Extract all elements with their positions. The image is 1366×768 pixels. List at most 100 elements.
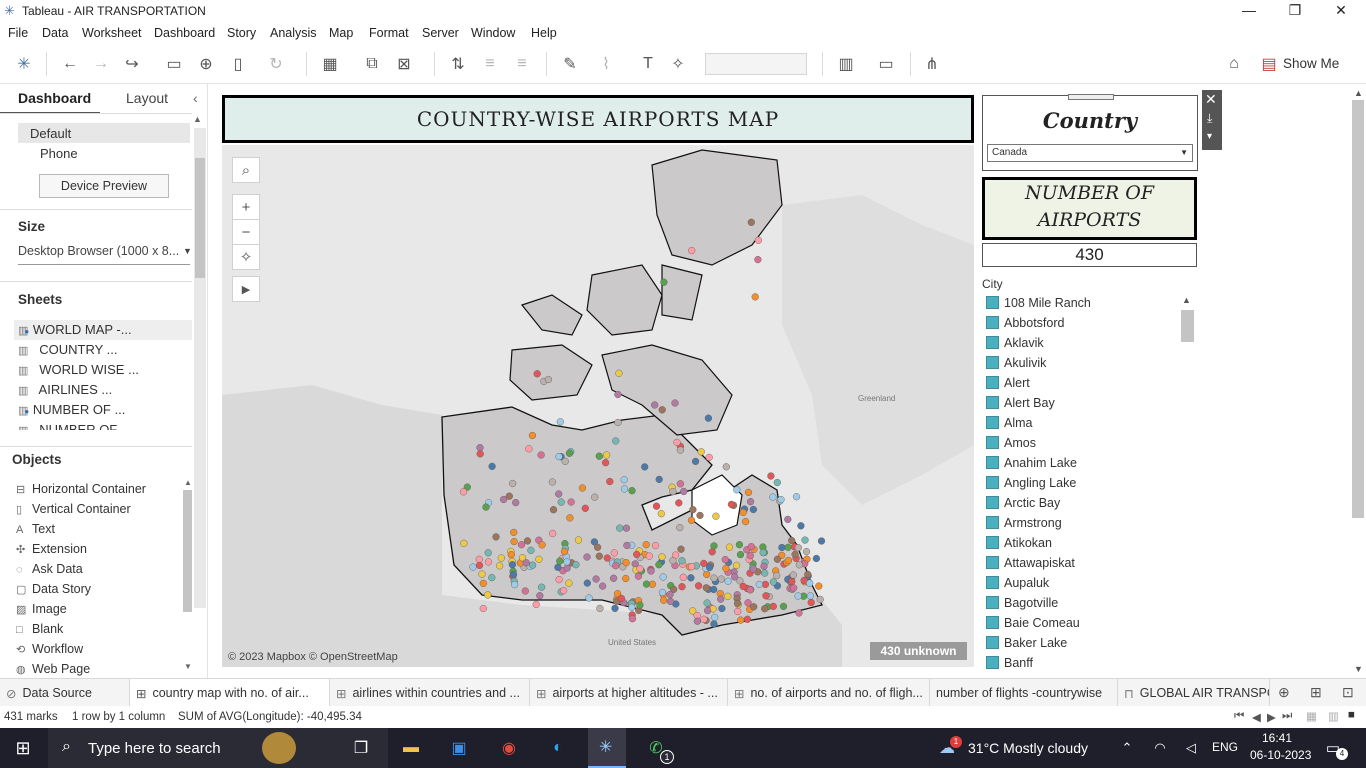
airport-dot[interactable] bbox=[724, 592, 732, 600]
airport-dot[interactable] bbox=[482, 503, 490, 511]
airport-dot[interactable] bbox=[754, 255, 762, 264]
airport-dot[interactable] bbox=[614, 418, 622, 427]
tableau-home-icon[interactable]: ✳ bbox=[14, 54, 34, 74]
airport-dot[interactable] bbox=[645, 552, 653, 560]
objects-scroll-up-icon[interactable]: ▲ bbox=[184, 478, 192, 487]
airport-dot[interactable] bbox=[754, 236, 763, 244]
airport-dot[interactable] bbox=[778, 543, 786, 552]
airport-dot[interactable] bbox=[732, 561, 741, 570]
airport-dot[interactable] bbox=[688, 246, 696, 255]
airport-dot[interactable] bbox=[628, 615, 637, 623]
left-scrollbar[interactable] bbox=[194, 128, 206, 608]
sheet-item[interactable]: ▥ NUMBER OF ... bbox=[18, 422, 132, 430]
airport-dot[interactable] bbox=[658, 406, 666, 414]
airport-dot[interactable] bbox=[702, 584, 710, 592]
airport-dot[interactable] bbox=[642, 580, 651, 588]
city-legend-item[interactable]: Aupaluk bbox=[986, 576, 1049, 596]
device-preview-button[interactable]: Device Preview bbox=[39, 174, 169, 198]
edge-icon[interactable]: ◐ bbox=[543, 734, 573, 762]
airport-dot[interactable] bbox=[606, 477, 614, 486]
airport-dot[interactable] bbox=[538, 541, 546, 549]
airport-dot[interactable] bbox=[735, 541, 744, 549]
airport-dot[interactable] bbox=[727, 500, 736, 509]
airport-dot[interactable] bbox=[746, 498, 755, 506]
country-dropdown[interactable]: Canada ▼ bbox=[987, 144, 1193, 162]
sort-descending-icon[interactable]: ≡ bbox=[512, 54, 532, 74]
city-scroll-up-icon[interactable]: ▲ bbox=[1182, 295, 1191, 305]
airport-dot[interactable] bbox=[762, 592, 770, 600]
airport-dot[interactable] bbox=[687, 516, 696, 524]
airport-dot[interactable] bbox=[788, 536, 796, 545]
airport-dot[interactable] bbox=[484, 549, 492, 557]
city-legend-item[interactable]: Aklavik bbox=[986, 336, 1044, 356]
airport-dot[interactable] bbox=[572, 561, 580, 569]
airport-dot[interactable] bbox=[669, 488, 677, 496]
new-dashboard-tab-icon[interactable]: ⊞ bbox=[1310, 684, 1322, 701]
new-worksheet-tab-icon[interactable]: ⊕ bbox=[1278, 684, 1290, 701]
airport-dot[interactable] bbox=[484, 591, 492, 599]
airport-dot[interactable] bbox=[533, 370, 541, 378]
menu-data[interactable]: Data bbox=[42, 26, 68, 40]
airport-dot[interactable] bbox=[522, 559, 530, 567]
file-explorer-icon[interactable]: ▬ bbox=[396, 734, 426, 762]
airport-dot[interactable] bbox=[612, 562, 620, 570]
airport-dot[interactable] bbox=[517, 541, 526, 549]
airport-dot[interactable] bbox=[479, 604, 487, 613]
airport-dot[interactable] bbox=[749, 505, 758, 514]
dashboard-scrollbar[interactable] bbox=[1352, 100, 1364, 518]
airport-dot[interactable] bbox=[595, 552, 603, 560]
object-text[interactable]: A Text bbox=[16, 522, 55, 542]
airport-dot[interactable] bbox=[790, 584, 798, 592]
airport-dot[interactable] bbox=[565, 579, 573, 587]
airport-dot[interactable] bbox=[641, 463, 649, 471]
airport-dot[interactable] bbox=[679, 573, 687, 581]
airport-dot[interactable] bbox=[555, 490, 563, 498]
airport-dot[interactable] bbox=[479, 579, 487, 588]
airport-dot[interactable] bbox=[784, 556, 793, 565]
chrome-icon[interactable]: ◉ bbox=[494, 734, 524, 762]
city-legend-item[interactable]: Anahim Lake bbox=[986, 456, 1077, 476]
object-blank[interactable]: □ Blank bbox=[16, 622, 63, 642]
airport-dot[interactable] bbox=[578, 484, 587, 492]
airport-dot[interactable] bbox=[722, 564, 730, 573]
airport-dot[interactable] bbox=[806, 579, 814, 587]
airport-dot[interactable] bbox=[596, 604, 604, 613]
swap-icon[interactable]: ⇅ bbox=[448, 54, 468, 74]
airport-dot[interactable] bbox=[521, 587, 529, 595]
city-legend-item[interactable]: Baie Comeau bbox=[986, 616, 1080, 636]
airport-dot[interactable] bbox=[658, 588, 667, 597]
airport-dot[interactable] bbox=[666, 597, 675, 606]
airport-dot[interactable] bbox=[700, 615, 708, 623]
airport-dot[interactable] bbox=[655, 475, 663, 484]
airport-dot[interactable] bbox=[680, 487, 688, 496]
airport-dot[interactable] bbox=[555, 453, 563, 461]
airport-dot[interactable] bbox=[759, 549, 767, 557]
airport-dot[interactable] bbox=[718, 604, 726, 613]
airport-dot[interactable] bbox=[563, 558, 571, 566]
size-chevron-icon[interactable]: ▼ bbox=[183, 246, 192, 256]
menu-analysis[interactable]: Analysis bbox=[270, 26, 317, 40]
tab-dashboard[interactable]: Dashboard bbox=[18, 90, 91, 106]
airport-dot[interactable] bbox=[750, 603, 758, 611]
airport-dot[interactable] bbox=[548, 478, 557, 486]
airport-dot[interactable] bbox=[561, 457, 569, 465]
chevron-down-icon[interactable]: ▼ bbox=[1180, 145, 1188, 161]
sheet-item[interactable]: ▥ COUNTRY ... bbox=[18, 342, 118, 362]
airport-dot[interactable] bbox=[537, 451, 545, 459]
tab-global-story[interactable]: ⊓ GLOBAL AIR TRANSPO bbox=[1118, 679, 1270, 707]
airport-dot[interactable] bbox=[566, 514, 574, 522]
airport-dot[interactable] bbox=[511, 581, 519, 589]
airport-dot[interactable] bbox=[476, 450, 484, 458]
object-vertical-container[interactable]: ▯ Vertical Container bbox=[16, 502, 131, 522]
redo-icon[interactable]: → bbox=[91, 54, 111, 74]
airport-dot[interactable] bbox=[484, 558, 493, 566]
airport-dot[interactable] bbox=[692, 457, 700, 466]
menu-dashboard[interactable]: Dashboard bbox=[154, 26, 215, 40]
airport-dot[interactable] bbox=[794, 544, 802, 552]
airport-dot[interactable] bbox=[769, 493, 777, 501]
airport-dot[interactable] bbox=[687, 574, 695, 582]
airport-dot[interactable] bbox=[525, 445, 533, 453]
share-icon[interactable]: ⋔ bbox=[922, 54, 942, 74]
tab-airlines[interactable]: ⊞ airlines within countries and ... bbox=[330, 679, 530, 707]
airport-dot[interactable] bbox=[710, 574, 718, 582]
